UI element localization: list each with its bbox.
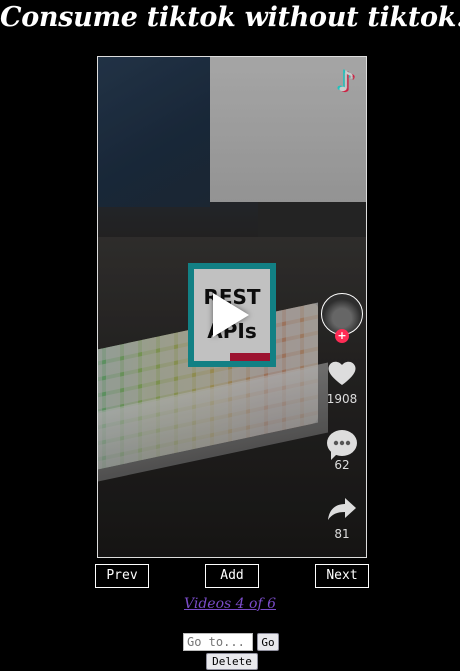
prev-button[interactable]: Prev bbox=[95, 564, 149, 588]
heart-icon bbox=[328, 361, 356, 385]
video-action-rail: + 1908 62 81 bbox=[318, 293, 366, 541]
avatar[interactable]: + bbox=[321, 293, 363, 343]
goto-input[interactable] bbox=[183, 633, 253, 651]
share-button[interactable]: 81 bbox=[318, 496, 366, 541]
like-button[interactable]: 1908 bbox=[318, 359, 366, 406]
comment-count: 62 bbox=[334, 458, 350, 472]
video-player[interactable]: ♪ REST APIs + 1908 62 81 bbox=[97, 56, 367, 558]
comment-button[interactable]: 62 bbox=[318, 430, 366, 472]
follow-plus-icon[interactable]: + bbox=[335, 329, 349, 343]
page-title: Consume tiktok without tiktok. bbox=[0, 2, 460, 33]
next-button[interactable]: Next bbox=[315, 564, 369, 588]
share-count: 81 bbox=[334, 527, 350, 541]
like-count: 1908 bbox=[326, 392, 358, 406]
go-button[interactable]: Go bbox=[257, 633, 279, 651]
delete-button[interactable]: Delete bbox=[206, 653, 258, 670]
share-arrow-icon bbox=[328, 498, 356, 520]
comment-icon bbox=[327, 430, 357, 460]
add-button[interactable]: Add bbox=[205, 564, 259, 588]
play-icon[interactable] bbox=[213, 293, 249, 337]
video-counter-link[interactable]: Videos 4 of 6 bbox=[0, 596, 460, 612]
